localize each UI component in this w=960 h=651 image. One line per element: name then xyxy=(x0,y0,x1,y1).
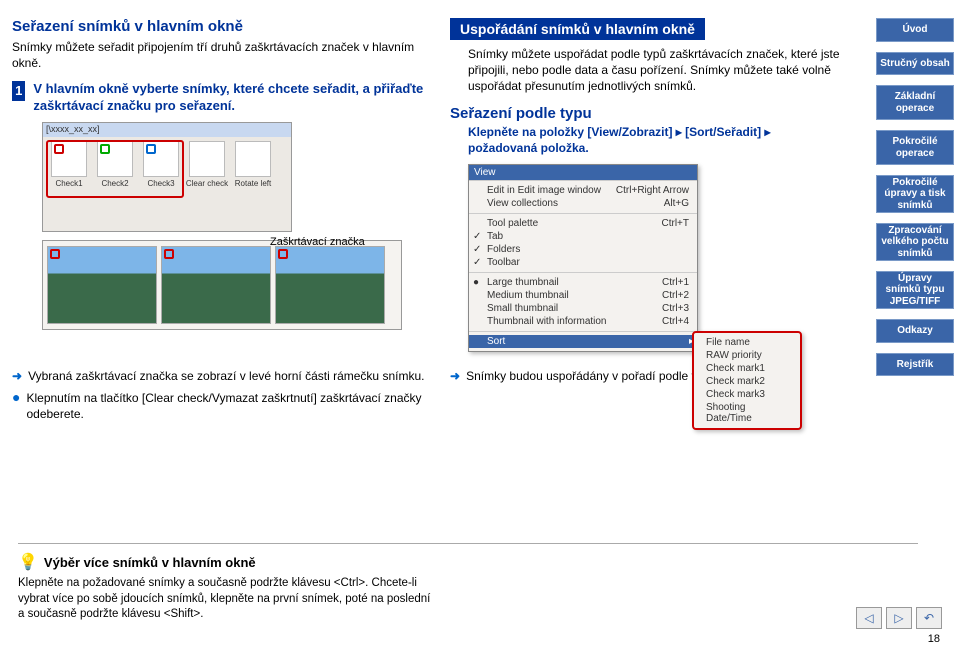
callout-label: Zaškrtávací značka xyxy=(270,236,365,248)
arrow-icon: ➜ xyxy=(12,368,22,384)
menu-header: View xyxy=(469,165,697,180)
tip-body: Klepněte na požadované snímky a současně… xyxy=(18,576,438,623)
right-title-bar: Uspořádání snímků v hlavním okně xyxy=(450,18,705,40)
back-button[interactable]: ↶ xyxy=(916,607,942,629)
pager: ◁ ▷ ↶ xyxy=(856,607,942,629)
toolbar-label: Rotate left xyxy=(235,179,271,188)
bulb-icon: 💡 xyxy=(18,552,38,572)
next-page-button[interactable]: ▷ xyxy=(886,607,912,629)
check-icon: ✓ xyxy=(473,231,481,242)
nav-odkazy[interactable]: Odkazy xyxy=(876,319,954,343)
toolbar-label: Clear check xyxy=(186,179,228,188)
thumbnail xyxy=(47,246,157,324)
tip-title: Výběr více snímků v hlavním okně xyxy=(44,555,256,570)
submenu-item: Shooting Date/Time xyxy=(694,401,800,425)
menu-item: ✓Tab xyxy=(469,230,697,243)
toolbar-rotate: Rotate left xyxy=(231,141,275,188)
arrow-icon: ➜ xyxy=(450,368,460,384)
section-title: Seřazení podle typu xyxy=(450,105,840,122)
nav-rejstrik[interactable]: Rejstřík xyxy=(876,353,954,377)
section-step: Klepněte na položky [View/Zobrazit] ▸ [S… xyxy=(468,124,840,156)
dot-icon: ● xyxy=(12,390,20,422)
left-title: Seřazení snímků v hlavním okně xyxy=(12,18,432,35)
bullet-item: ● Klepnutím na tlačítko [Clear check/Vym… xyxy=(12,390,432,422)
menu-item: Edit in Edit image windowCtrl+Right Arro… xyxy=(469,184,697,197)
bullet-text: Vybraná zaškrtávací značka se zobrazí v … xyxy=(28,368,424,384)
check-icon: ✓ xyxy=(473,257,481,268)
thumbnail xyxy=(161,246,271,324)
submenu-item: File name xyxy=(694,336,800,349)
submenu-item: RAW priority xyxy=(694,349,800,362)
menu-item: Small thumbnailCtrl+3 xyxy=(469,302,697,315)
menu-item-sort: Sort ▸ xyxy=(469,335,697,348)
sidebar-nav: Úvod Stručný obsah Základní operace Pokr… xyxy=(872,0,960,428)
check-icon: ● xyxy=(473,277,479,288)
toolbar-screenshot: [\xxxx_xx_xx] Check1 Check2 Check3 xyxy=(42,122,292,232)
nav-uvod[interactable]: Úvod xyxy=(876,18,954,42)
submenu-item: Check mark2 xyxy=(694,375,800,388)
highlight-box xyxy=(46,140,184,198)
menu-item: Thumbnail with informationCtrl+4 xyxy=(469,315,697,328)
bullet-text: Klepnutím na tlačítko [Clear check/Vymaz… xyxy=(26,390,432,422)
nav-pokrocile-upravy[interactable]: Pokročilé úpravy a tisk snímků xyxy=(876,175,954,213)
nav-zpracovani[interactable]: Zpracování velkého počtu snímků xyxy=(876,223,954,261)
menu-item: View collectionsAlt+G xyxy=(469,197,697,210)
nav-zakladni-operace[interactable]: Základní operace xyxy=(876,85,954,120)
nav-upravy-jpeg[interactable]: Úpravy snímků typu JPEG/TIFF xyxy=(876,271,954,309)
menu-item: Tool paletteCtrl+T xyxy=(469,217,697,230)
check-icon: ✓ xyxy=(473,244,481,255)
step-1: 1 V hlavním okně vyberte snímky, které c… xyxy=(12,81,432,114)
nav-strucny-obsah[interactable]: Stručný obsah xyxy=(876,52,954,76)
tip-box: 💡 Výběr více snímků v hlavním okně Klepn… xyxy=(18,543,438,623)
toolbar-clear: Clear check xyxy=(185,141,229,188)
menu-item: Medium thumbnailCtrl+2 xyxy=(469,289,697,302)
thumbnail-row xyxy=(42,240,402,330)
nav-pokrocile-operace[interactable]: Pokročilé operace xyxy=(876,130,954,165)
prev-page-button[interactable]: ◁ xyxy=(856,607,882,629)
window-titlebar: [\xxxx_xx_xx] xyxy=(43,123,291,137)
step-text: V hlavním okně vyberte snímky, které chc… xyxy=(33,81,432,114)
submenu: File name RAW priority Check mark1 Check… xyxy=(692,331,802,430)
submenu-item: Check mark3 xyxy=(694,388,800,401)
menu-screenshot: View Edit in Edit image windowCtrl+Right… xyxy=(468,164,698,352)
menu-item: ✓Toolbar xyxy=(469,256,697,269)
step-number: 1 xyxy=(12,81,25,101)
left-intro: Snímky můžete seřadit připojením tří dru… xyxy=(12,39,432,71)
page-number: 18 xyxy=(928,633,940,645)
thumbnail xyxy=(275,246,385,324)
bullet-item: ➜ Vybraná zaškrtávací značka se zobrazí … xyxy=(12,368,432,384)
menu-item: ●Large thumbnailCtrl+1 xyxy=(469,276,697,289)
menu-item: ✓Folders xyxy=(469,243,697,256)
submenu-item: Check mark1 xyxy=(694,362,800,375)
right-intro: Snímky můžete uspořádat podle typů zaškr… xyxy=(468,46,840,95)
